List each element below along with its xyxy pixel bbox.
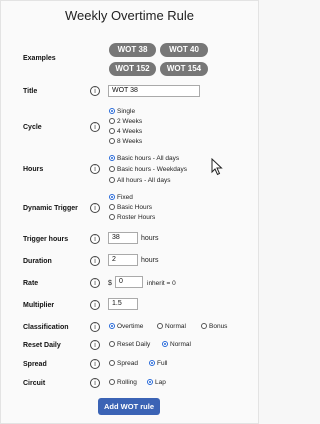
classification-option-bonus[interactable]: Bonus (201, 323, 227, 330)
example-chip-wot152[interactable]: WOT 152 (109, 62, 156, 76)
radio[interactable] (109, 138, 115, 144)
info-icon[interactable]: i (90, 300, 100, 310)
cycle-option-4-weeks[interactable]: 4 Weeks (109, 128, 142, 135)
rate-currency: $ (108, 280, 112, 287)
cycle-option-2-weeks[interactable]: 2 Weeks (109, 118, 142, 125)
info-icon[interactable]: i (90, 378, 100, 388)
radio-selected[interactable] (109, 155, 115, 161)
rate-input[interactable]: 0 (115, 276, 143, 288)
duration-unit: hours (141, 257, 159, 264)
info-icon[interactable]: i (90, 122, 100, 132)
title-label: Title (23, 88, 38, 95)
spread-option-full[interactable]: Full (149, 360, 167, 367)
radio[interactable] (157, 323, 163, 329)
reset-daily-option-normal[interactable]: Normal (162, 341, 191, 348)
radio[interactable] (109, 118, 115, 124)
radio-selected[interactable] (109, 194, 115, 200)
rate-label: Rate (23, 280, 39, 287)
radio[interactable] (109, 204, 115, 210)
hours-option-all-hours[interactable]: All hours - All days (109, 177, 170, 184)
info-icon[interactable]: i (90, 164, 100, 174)
add-wot-rule-button[interactable]: Add WOT rule (98, 398, 160, 415)
examples-label: Examples (23, 55, 56, 62)
trigger-option-basic-hours[interactable]: Basic Hours (109, 204, 152, 211)
classification-label: Classification (23, 324, 69, 331)
example-chip-wot40[interactable]: WOT 40 (160, 43, 208, 57)
classification-option-normal[interactable]: Normal (157, 323, 186, 330)
info-icon[interactable]: i (90, 256, 100, 266)
info-icon[interactable]: i (90, 86, 100, 96)
radio[interactable] (109, 341, 115, 347)
radio-selected[interactable] (149, 360, 155, 366)
rate-note: inherit = 0 (147, 280, 176, 287)
cycle-option-8-weeks[interactable]: 8 Weeks (109, 138, 142, 145)
radio[interactable] (109, 379, 115, 385)
hours-label: Hours (23, 166, 44, 173)
radio[interactable] (201, 323, 207, 329)
multiplier-input[interactable]: 1.5 (108, 298, 138, 310)
page-title: Weekly Overtime Rule (64, 8, 195, 23)
cycle-option-single[interactable]: Single (109, 108, 135, 115)
duration-label: Duration (23, 258, 52, 265)
multiplier-label: Multiplier (23, 302, 55, 309)
info-icon[interactable]: i (90, 322, 100, 332)
trigger-hours-unit: hours (141, 235, 159, 242)
radio[interactable] (109, 360, 115, 366)
spread-label: Spread (23, 361, 47, 368)
trigger-option-fixed[interactable]: Fixed (109, 194, 133, 201)
circuit-label: Circuit (23, 380, 46, 387)
info-icon[interactable]: i (90, 278, 100, 288)
duration-input[interactable]: 2 (108, 254, 138, 266)
hours-option-basic-all-days[interactable]: Basic hours - All days (109, 155, 179, 162)
radio-selected[interactable] (109, 323, 115, 329)
reset-daily-label: Reset Daily (23, 342, 61, 349)
info-icon[interactable]: i (90, 359, 100, 369)
example-chip-wot154[interactable]: WOT 154 (160, 62, 208, 76)
cycle-label: Cycle (23, 124, 42, 131)
hours-option-basic-weekdays[interactable]: Basic hours - Weekdays (109, 166, 187, 173)
spread-option-spread[interactable]: Spread (109, 360, 138, 367)
reset-daily-option-reset[interactable]: Reset Daily (109, 341, 150, 348)
circuit-option-lap[interactable]: Lap (147, 379, 166, 386)
trigger-option-roster-hours[interactable]: Roster Hours (109, 214, 155, 221)
dynamic-trigger-label: Dynamic Trigger (23, 205, 78, 212)
mouse-pointer-icon (211, 158, 223, 176)
example-chip-wot38[interactable]: WOT 38 (109, 43, 156, 57)
title-input[interactable]: WOT 38 (108, 85, 200, 97)
radio-selected[interactable] (147, 379, 153, 385)
radio-selected[interactable] (109, 108, 115, 114)
circuit-option-rolling[interactable]: Rolling (109, 379, 137, 386)
info-icon[interactable]: i (90, 340, 100, 350)
classification-option-overtime[interactable]: Overtime (109, 323, 143, 330)
radio[interactable] (109, 214, 115, 220)
info-icon[interactable]: i (90, 234, 100, 244)
info-icon[interactable]: i (90, 203, 100, 213)
radio[interactable] (109, 177, 115, 183)
trigger-hours-label: Trigger hours (23, 236, 69, 243)
radio-selected[interactable] (162, 341, 168, 347)
trigger-hours-input[interactable]: 38 (108, 232, 138, 244)
radio[interactable] (109, 128, 115, 134)
radio[interactable] (109, 166, 115, 172)
